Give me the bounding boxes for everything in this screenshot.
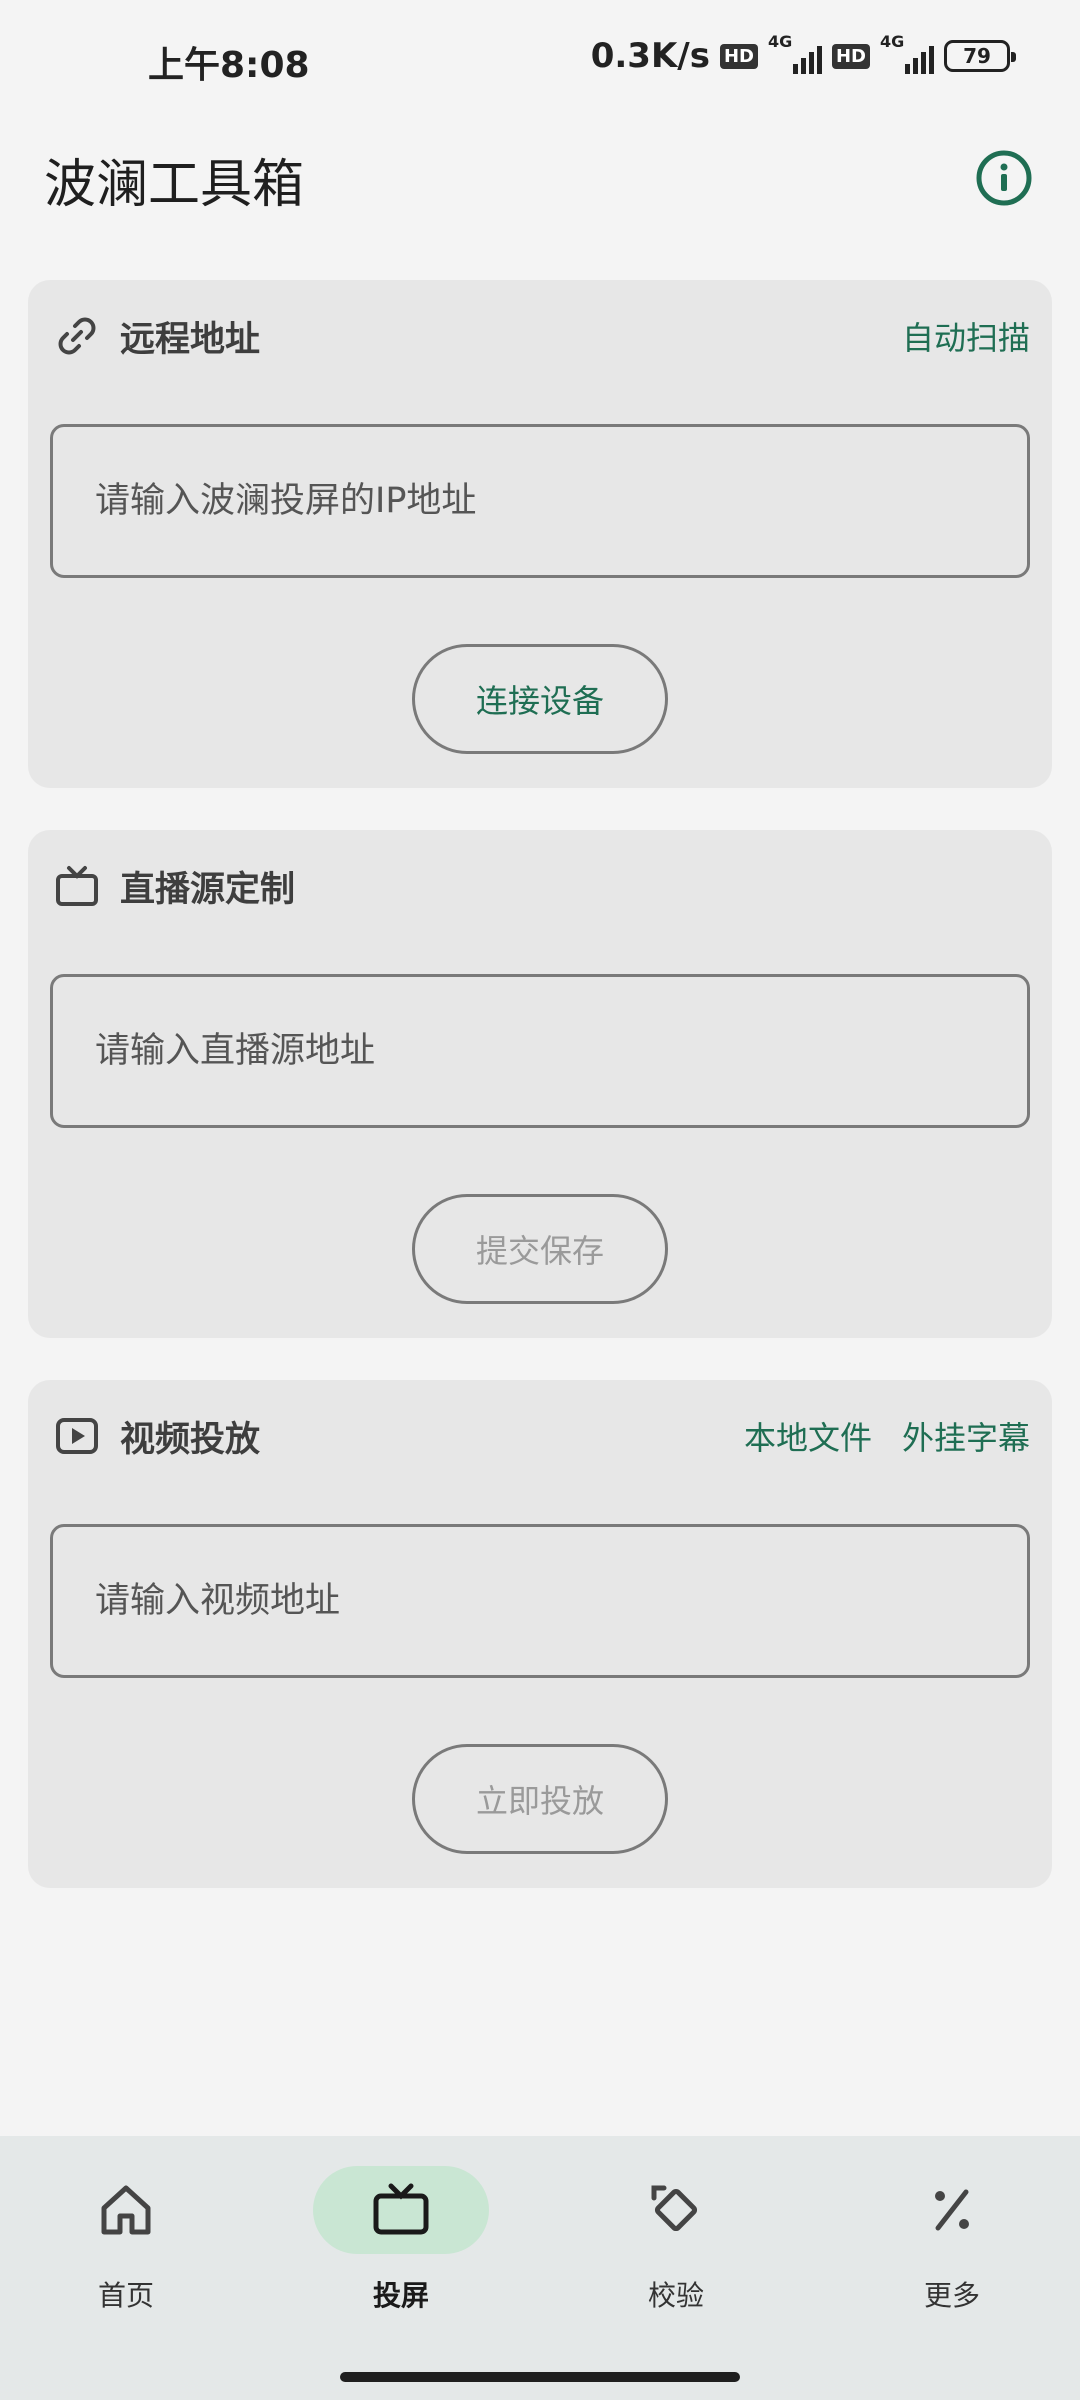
ip-address-input[interactable] xyxy=(50,424,1030,578)
video-url-input[interactable] xyxy=(50,1524,1030,1678)
cast-now-button[interactable]: 立即投放 xyxy=(412,1744,668,1854)
battery-icon: 79 xyxy=(944,40,1016,72)
nav-label: 更多 xyxy=(923,2279,980,2312)
live-source-card: 直播源定制 提交保存 xyxy=(28,830,1052,1338)
signal-icon-2: 4G xyxy=(880,32,934,74)
live-source-input[interactable] xyxy=(50,974,1030,1128)
signal-type-label-2: 4G xyxy=(880,32,905,51)
info-icon xyxy=(976,150,1032,206)
card-header: 直播源定制 xyxy=(54,858,1030,914)
status-indicators: 0.3K/s HD 4G HD 4G 79 xyxy=(590,32,1016,76)
auto-scan-button[interactable]: 自动扫描 xyxy=(902,313,1030,359)
play-video-icon xyxy=(54,1413,100,1459)
home-indicator xyxy=(340,2372,740,2382)
nav-item-cast[interactable]: 投屏 xyxy=(291,2166,511,2336)
nav-label: 首页 xyxy=(97,2279,154,2312)
battery-level: 79 xyxy=(963,44,991,68)
local-file-button[interactable]: 本地文件 xyxy=(744,1413,872,1459)
status-time: 上午8:08 xyxy=(148,45,310,86)
hd-badge-2: HD xyxy=(831,43,870,69)
external-subtitle-button[interactable]: 外挂字幕 xyxy=(902,1413,1030,1459)
nav-item-verify[interactable]: 校验 xyxy=(566,2166,786,2336)
card-header: 远程地址 自动扫描 xyxy=(54,308,1030,364)
link-icon xyxy=(54,313,100,359)
home-icon xyxy=(101,2185,151,2235)
status-bar: 上午8:08 0.3K/s HD 4G HD 4G 79 xyxy=(0,0,1080,120)
card-title: 远程地址 xyxy=(120,319,261,360)
nav-item-more[interactable]: 更多 xyxy=(842,2166,1062,2336)
submit-save-button[interactable]: 提交保存 xyxy=(412,1194,668,1304)
card-title: 视频投放 xyxy=(120,1419,261,1460)
card-header: 视频投放 本地文件 外挂字幕 xyxy=(54,1408,1030,1464)
network-speed: 0.3K/s xyxy=(590,36,710,76)
signal-icon: 4G xyxy=(768,32,822,74)
rotate-icon xyxy=(651,2185,698,2232)
tv-icon xyxy=(373,2183,429,2235)
nav-label: 投屏 xyxy=(372,2279,429,2312)
remote-address-card: 远程地址 自动扫描 连接设备 xyxy=(28,280,1052,788)
video-cast-card: 视频投放 本地文件 外挂字幕 立即投放 xyxy=(28,1380,1052,1888)
connect-device-button[interactable]: 连接设备 xyxy=(412,644,668,754)
signal-type-label: 4G xyxy=(767,32,793,51)
tv-icon xyxy=(54,863,100,909)
card-title: 直播源定制 xyxy=(120,869,296,910)
app-title: 波澜工具箱 xyxy=(44,155,305,215)
hd-badge: HD xyxy=(719,43,758,69)
nav-item-home[interactable]: 首页 xyxy=(16,2166,236,2336)
bottom-navigation: 首页 投屏 校验 更多 xyxy=(0,2136,1080,2400)
percent-icon xyxy=(935,2189,969,2231)
nav-label: 校验 xyxy=(647,2279,704,2312)
info-button[interactable] xyxy=(974,148,1034,208)
